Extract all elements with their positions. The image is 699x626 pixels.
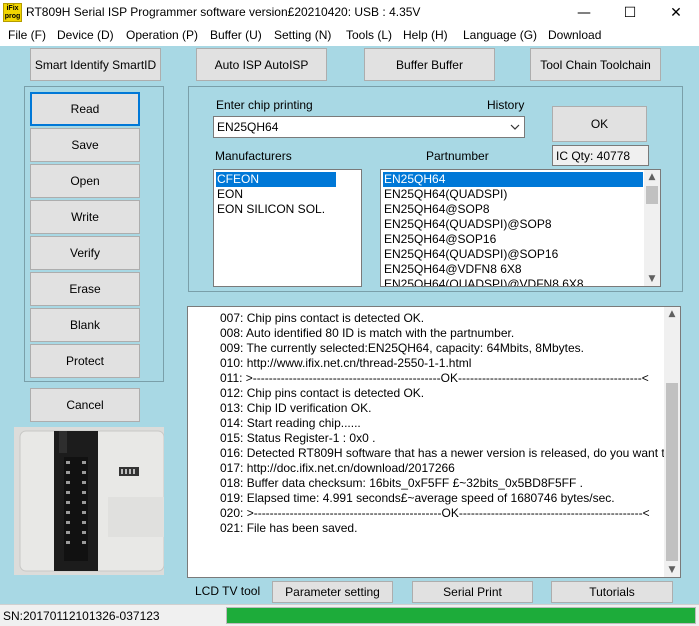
write-button[interactable]: Write	[30, 200, 140, 234]
log-output: 007: Chip pins contact is detected OK. 0…	[187, 306, 681, 578]
partnumber-scrollbar[interactable]: ▲ ▼	[644, 170, 660, 286]
app-logo-icon: iFix prog	[3, 3, 22, 22]
log-line: 010: http://www.ifix.net.cn/thread-2550-…	[220, 356, 472, 370]
scroll-thumb[interactable]	[666, 383, 678, 561]
menu-bar: File (F) Device (D) Operation (P) Buffer…	[0, 26, 699, 46]
scroll-up-icon[interactable]: ▲	[644, 170, 660, 184]
menu-device[interactable]: Device (D)	[57, 28, 114, 42]
list-item[interactable]: EN25QH64@SOP16	[383, 232, 496, 247]
scroll-thumb[interactable]	[646, 186, 658, 204]
menu-language[interactable]: Language (G)	[463, 28, 537, 42]
menu-help[interactable]: Help (H)	[403, 28, 448, 42]
log-content: 007: Chip pins contact is detected OK. 0…	[188, 307, 664, 577]
toolchain-button[interactable]: Tool Chain Toolchain	[530, 48, 661, 81]
list-item[interactable]: EN25QH64(QUADSPI)	[383, 187, 507, 202]
close-button[interactable]: ✕	[653, 0, 699, 26]
programmer-image	[14, 427, 165, 575]
log-line: 017: http://doc.ifix.net.cn/download/201…	[220, 461, 455, 475]
log-line: 007: Chip pins contact is detected OK.	[220, 311, 425, 325]
logo-text-top: iFix	[6, 5, 19, 12]
log-line: 009: The currently selected:EN25QH64, ca…	[220, 341, 584, 355]
menu-download[interactable]: Download	[548, 28, 601, 42]
list-item[interactable]: EN25QH64(QUADSPI)@SOP8	[383, 217, 552, 232]
menu-file[interactable]: File (F)	[8, 28, 46, 42]
chevron-down-icon[interactable]	[510, 124, 520, 130]
list-item[interactable]: EN25QH64(QUADSPI)@SOP16	[383, 247, 558, 262]
list-item[interactable]: EON	[216, 187, 243, 202]
log-line: 019: Elapsed time: 4.991 seconds£~averag…	[220, 491, 615, 505]
protect-button[interactable]: Protect	[30, 344, 140, 378]
manufacturers-label: Manufacturers	[215, 149, 292, 163]
erase-button[interactable]: Erase	[30, 272, 140, 306]
status-bar: SN:20170112101326-037123	[0, 604, 699, 626]
save-button[interactable]: Save	[30, 128, 140, 162]
list-item[interactable]: CFEON	[216, 172, 336, 187]
progress-bar	[226, 607, 696, 624]
chip-combobox[interactable]: EN25QH64	[213, 116, 525, 138]
partnumber-label: Partnumber	[426, 149, 489, 163]
log-line: 021: File has been saved.	[220, 521, 358, 535]
log-line: 016: Detected RT809H software that has a…	[220, 446, 664, 460]
log-line: 012: Chip pins contact is detected OK.	[220, 386, 425, 400]
scroll-down-icon[interactable]: ▼	[644, 272, 660, 286]
tutorials-button[interactable]: Tutorials	[551, 581, 673, 603]
menu-operation[interactable]: Operation (P)	[126, 28, 198, 42]
manufacturers-list: CFEON EON EON SILICON SOL.	[213, 169, 362, 287]
auto-isp-button[interactable]: Auto ISP AutoISP	[196, 48, 327, 81]
list-item[interactable]: EN25QH64(QUADSPI)@VDFN8 6X8	[383, 277, 584, 286]
serial-number: SN:20170112101326-037123	[3, 609, 160, 623]
smart-identify-button[interactable]: Smart Identify SmartID	[30, 48, 161, 81]
list-item[interactable]: EN25QH64@SOP8	[383, 202, 490, 217]
list-item[interactable]: EON SILICON SOL.	[216, 202, 325, 217]
log-line: 013: Chip ID verification OK.	[220, 401, 372, 415]
log-line: 011: >----------------------------------…	[220, 371, 649, 385]
parameter-setting-button[interactable]: Parameter setting	[272, 581, 393, 603]
scroll-down-icon[interactable]: ▼	[664, 563, 680, 577]
menu-buffer[interactable]: Buffer (U)	[210, 28, 262, 42]
ic-qty-value: IC Qty: 40778	[556, 149, 631, 163]
scroll-up-icon[interactable]: ▲	[664, 307, 680, 321]
logo-text-bottom: prog	[4, 13, 21, 20]
log-line: 008: Auto identified 80 ID is match with…	[220, 326, 515, 340]
blank-button[interactable]: Blank	[30, 308, 140, 342]
log-line: 020: >----------------------------------…	[220, 506, 650, 520]
buffer-button[interactable]: Buffer Buffer	[364, 48, 495, 81]
ic-qty-field: IC Qty: 40778	[552, 145, 649, 166]
ok-button[interactable]: OK	[552, 106, 647, 142]
lcd-tv-tool-label[interactable]: LCD TV tool	[195, 584, 260, 598]
title-bar: iFix prog RT809H Serial ISP Programmer s…	[0, 0, 699, 26]
maximize-button[interactable]: ☐	[607, 0, 653, 26]
list-item[interactable]: EN25QH64	[383, 172, 643, 187]
open-button[interactable]: Open	[30, 164, 140, 198]
menu-setting[interactable]: Setting (N)	[274, 28, 331, 42]
window-title: RT809H Serial ISP Programmer software ve…	[26, 5, 421, 19]
log-scrollbar[interactable]: ▲ ▼	[664, 307, 680, 577]
minimize-button[interactable]: —	[561, 0, 607, 26]
log-line: 014: Start reading chip......	[220, 416, 361, 430]
chip-combobox-value: EN25QH64	[217, 120, 279, 134]
menu-tools[interactable]: Tools (L)	[346, 28, 392, 42]
zif-socket-icon	[14, 427, 165, 575]
read-button[interactable]: Read	[30, 92, 140, 126]
enter-chip-label: Enter chip printing	[216, 98, 313, 112]
serial-print-button[interactable]: Serial Print	[412, 581, 533, 603]
partnumber-list: EN25QH64 EN25QH64(QUADSPI) EN25QH64@SOP8…	[380, 169, 661, 287]
log-line: 015: Status Register-1 : 0x0 .	[220, 431, 376, 445]
log-line: 018: Buffer data checksum: 16bits_0xF5FF…	[220, 476, 583, 490]
history-label: History	[487, 98, 525, 112]
progress-fill	[227, 608, 695, 623]
verify-button[interactable]: Verify	[30, 236, 140, 270]
list-item[interactable]: EN25QH64@VDFN8 6X8	[383, 262, 522, 277]
cancel-button[interactable]: Cancel	[30, 388, 140, 422]
